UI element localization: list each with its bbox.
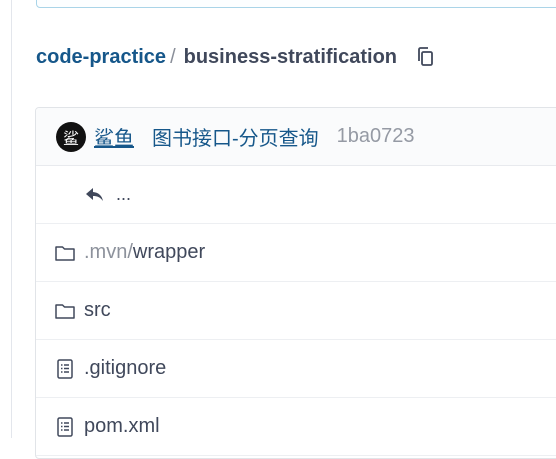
file-text-icon [54,358,76,380]
list-item[interactable]: .gitignore [36,340,556,398]
file-listing: 鲨 鲨鱼 图书接口-分页查询 1ba0723 ... .mvn/wrapper … [35,107,556,459]
file-name[interactable]: wrapper [133,241,205,264]
commit-author-link[interactable]: 鲨鱼 [94,122,134,151]
breadcrumb: code-practice / business-stratification [36,43,437,71]
breadcrumb-owner-link[interactable]: code-practice [36,46,166,69]
avatar[interactable]: 鲨 [56,121,86,152]
latest-commit-bar: 鲨 鲨鱼 图书接口-分页查询 1ba0723 [36,108,556,166]
folder-icon [54,242,76,264]
breadcrumb-separator: / [170,45,176,68]
parent-directory-row[interactable]: ... [36,166,556,224]
file-name[interactable]: pom.xml [84,415,160,438]
file-name[interactable]: src [84,299,111,322]
file-text-icon [54,416,76,438]
copy-icon[interactable] [415,46,437,68]
file-name-prefix: .mvn/ [84,241,133,263]
folder-icon [54,300,76,322]
parent-directory-label: ... [116,184,132,204]
page-left-rule [11,0,12,438]
file-name[interactable]: .gitignore [84,357,166,380]
commit-message-link[interactable]: 图书接口-分页查询 [152,122,319,151]
commit-sha[interactable]: 1ba0723 [337,125,415,148]
reply-arrow-icon [84,184,106,206]
list-item[interactable]: src [36,282,556,340]
breadcrumb-repo-name: business-stratification [183,45,398,68]
top-panel-edge [36,0,556,8]
list-item[interactable]: .mvn/wrapper [36,224,556,282]
list-item[interactable]: pom.xml [36,398,556,456]
